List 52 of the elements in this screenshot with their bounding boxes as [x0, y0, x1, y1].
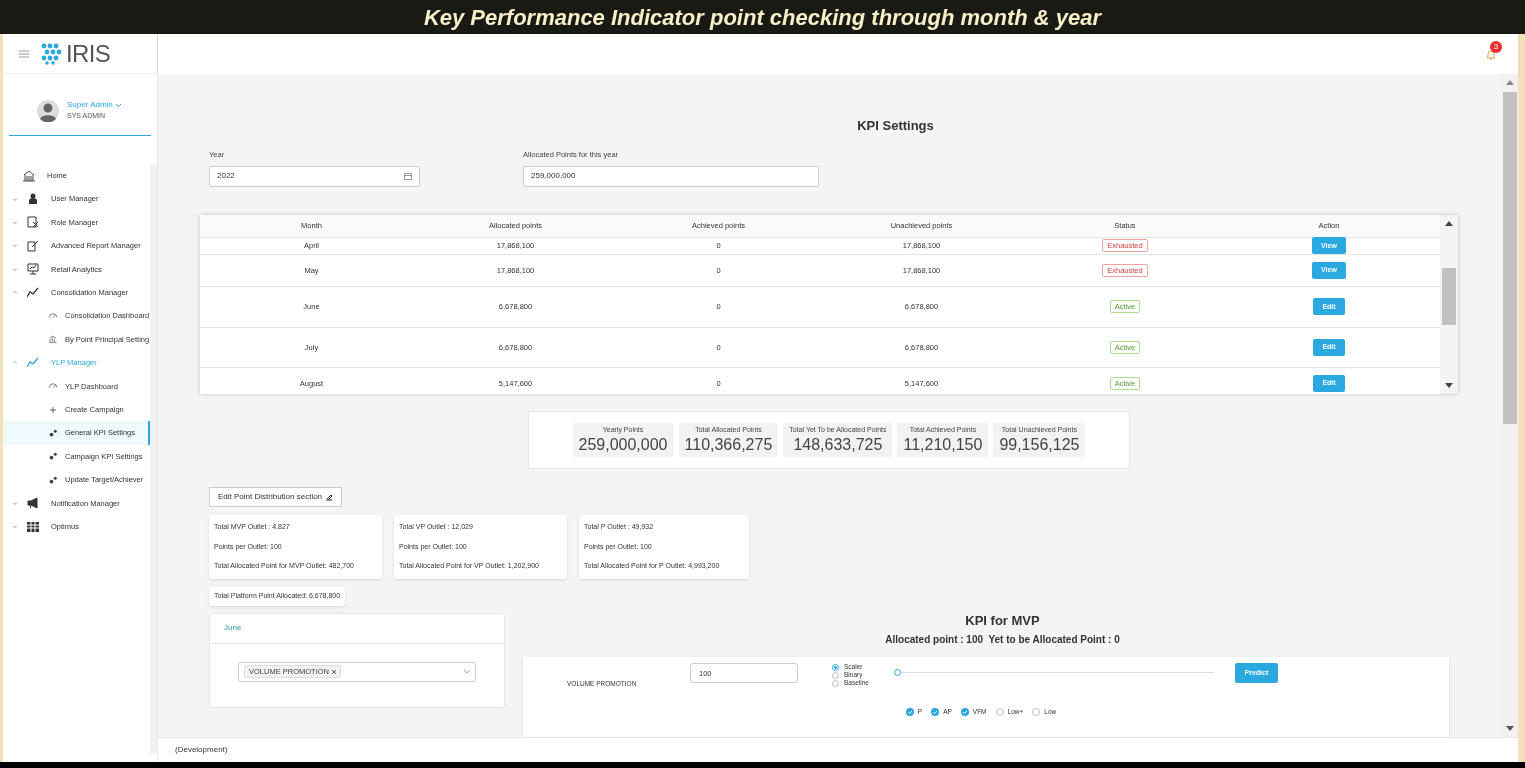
bell-icon[interactable] [1486, 48, 1496, 60]
scrollbar[interactable] [150, 164, 157, 754]
summary-value: 110,366,275 [684, 435, 773, 456]
gears-icon [48, 451, 58, 461]
table-icon [27, 520, 39, 533]
checked-icon[interactable] [960, 707, 969, 716]
checked-icon[interactable] [905, 707, 914, 716]
unchecked-icon[interactable] [1032, 707, 1041, 716]
dots-logo-icon [41, 42, 63, 65]
summary-value: 148,633,725 [793, 435, 883, 456]
chevron-down-icon[interactable] [464, 669, 470, 674]
close-icon[interactable] [332, 669, 336, 674]
notification-badge: 3 [1490, 40, 1502, 53]
scroll-up-icon[interactable] [1445, 220, 1453, 226]
edit-document-icon [27, 239, 39, 252]
scrollbar[interactable] [1440, 214, 1458, 394]
chevron-down-icon[interactable] [115, 103, 121, 107]
slider-thumb[interactable] [893, 669, 901, 676]
avatar-icon [37, 99, 59, 122]
gears-icon [48, 475, 58, 485]
house-icon [23, 169, 35, 182]
calendar-icon[interactable] [404, 172, 412, 181]
megaphone-icon [27, 497, 39, 510]
kpi-title: KPI for MVP [964, 611, 1041, 630]
edit-icon [325, 493, 334, 501]
logo-text: IRIS [66, 41, 111, 66]
unchecked-icon[interactable] [995, 707, 1004, 716]
scrollbar-thumb[interactable] [1503, 92, 1517, 424]
trend-icon [27, 286, 39, 299]
menu-icon[interactable] [19, 49, 29, 58]
gears-icon [48, 428, 58, 438]
input-field[interactable]: 259,000,000 [523, 165, 819, 187]
edit-distribution-button[interactable]: Edit Point Distribution section [209, 487, 343, 507]
banner-title: Key Performance Indicator point checking through month & year [423, 3, 1102, 32]
radio-selected-icon[interactable] [832, 663, 839, 671]
summary-value: 99,156,125 [999, 435, 1080, 456]
scroll-down-icon[interactable] [1506, 726, 1514, 731]
monitor-icon [27, 263, 39, 276]
scrollbar-thumb[interactable] [1442, 267, 1456, 325]
footer-text: (Development) [175, 744, 228, 756]
month-title: June [224, 622, 242, 634]
chevron-up-icon[interactable] [13, 360, 17, 366]
page-title: KPI Settings [856, 117, 935, 135]
input-field[interactable]: 2022 [209, 165, 420, 187]
user-icon [27, 193, 39, 206]
document-icon [27, 216, 39, 229]
kpi-subtitle: Allocated point : 100 Yet to be Allocated Point : 0 [884, 633, 1121, 647]
checked-icon[interactable] [931, 707, 940, 716]
scroll-down-icon[interactable] [1445, 382, 1453, 388]
trend-icon [27, 356, 39, 369]
summary-value: 259,000,000 [578, 435, 668, 456]
summary-value: 11,210,150 [903, 435, 983, 456]
